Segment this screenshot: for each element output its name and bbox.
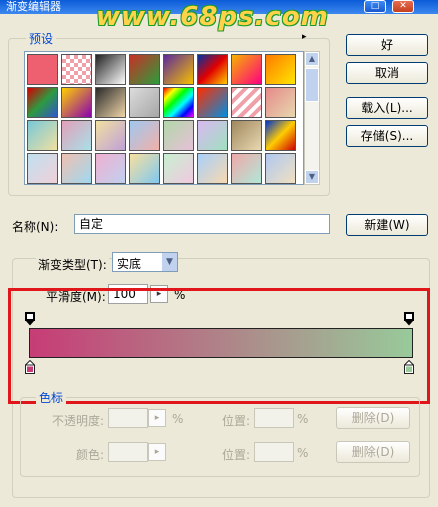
color-menu-icon[interactable]: ▸ — [148, 443, 166, 461]
preset-swatch[interactable] — [231, 54, 262, 85]
preset-swatch[interactable] — [129, 54, 160, 85]
maximize-button[interactable]: □ — [364, 0, 386, 13]
location-label-1: 位置: — [222, 414, 251, 428]
gradient-type-value: 实底 — [117, 257, 142, 271]
color-swatch-box[interactable] — [108, 442, 148, 462]
name-label: 名称(N): — [12, 220, 59, 234]
preset-swatch[interactable] — [27, 120, 58, 151]
preset-swatch[interactable] — [163, 120, 194, 151]
color-stops-legend: 色标 — [36, 389, 67, 406]
preset-swatch-grid — [24, 51, 304, 185]
color-label: 颜色: — [76, 448, 105, 462]
location-unit-1: % — [297, 412, 309, 426]
preset-swatch[interactable] — [61, 87, 92, 118]
preset-swatch[interactable] — [265, 120, 296, 151]
save-button[interactable]: 存储(S)... — [346, 125, 428, 147]
preset-swatch[interactable] — [129, 87, 160, 118]
preset-swatch[interactable] — [129, 153, 160, 184]
name-input[interactable]: 自定 — [74, 214, 330, 234]
preset-swatch[interactable] — [61, 54, 92, 85]
window-title: 渐变编辑器 — [6, 0, 61, 13]
opacity-input[interactable] — [108, 408, 148, 428]
load-button[interactable]: 载入(L)... — [346, 97, 428, 119]
preset-swatch[interactable] — [231, 87, 262, 118]
cancel-button[interactable]: 取消 — [346, 62, 428, 84]
preset-swatch[interactable] — [231, 153, 262, 184]
new-button[interactable]: 新建(W) — [346, 214, 428, 236]
preset-swatch[interactable] — [27, 87, 58, 118]
preset-swatch[interactable] — [27, 54, 58, 85]
preset-swatch[interactable] — [197, 54, 228, 85]
preset-swatch[interactable] — [61, 120, 92, 151]
preset-swatch[interactable] — [231, 120, 262, 151]
chevron-down-icon[interactable]: ▼ — [161, 253, 177, 271]
preset-swatch[interactable] — [265, 54, 296, 85]
preset-swatch[interactable] — [129, 120, 160, 151]
delete-button-2[interactable]: 删除(D) — [336, 441, 410, 463]
gradient-type-label: 渐变类型(T): — [36, 256, 109, 273]
opacity-label: 不透明度: — [52, 414, 105, 428]
highlight-annotation — [8, 288, 430, 404]
scroll-down-icon[interactable]: ▼ — [305, 170, 319, 184]
preset-scrollbar[interactable]: ▲ ▼ — [304, 51, 320, 185]
preset-swatch[interactable] — [61, 153, 92, 184]
opacity-spin-icon[interactable]: ▸ — [148, 409, 166, 427]
location-unit-2: % — [297, 446, 309, 460]
preset-swatch[interactable] — [95, 54, 126, 85]
preset-swatch[interactable] — [163, 54, 194, 85]
preset-swatch[interactable] — [197, 120, 228, 151]
opacity-unit: % — [172, 412, 184, 426]
presets-legend: 预设 — [26, 30, 57, 47]
preset-swatch[interactable] — [95, 153, 126, 184]
preset-swatch[interactable] — [197, 87, 228, 118]
preset-swatch[interactable] — [197, 153, 228, 184]
preset-swatch[interactable] — [265, 87, 296, 118]
presets-menu-arrow-icon[interactable]: ▸ — [302, 32, 307, 42]
preset-swatch[interactable] — [163, 153, 194, 184]
preset-swatch[interactable] — [163, 87, 194, 118]
ok-button[interactable]: 好 — [346, 34, 428, 56]
delete-button-1[interactable]: 删除(D) — [336, 407, 410, 429]
preset-swatch[interactable] — [27, 153, 58, 184]
preset-swatch[interactable] — [95, 120, 126, 151]
preset-swatch[interactable] — [95, 87, 126, 118]
gradient-type-select[interactable]: 实底 ▼ — [112, 252, 178, 272]
location-input-1[interactable] — [254, 408, 294, 428]
close-button[interactable]: ✕ — [392, 0, 414, 13]
location-input-2[interactable] — [254, 442, 294, 462]
scroll-thumb[interactable] — [305, 68, 319, 102]
preset-swatch[interactable] — [265, 153, 296, 184]
location-label-2: 位置: — [222, 448, 251, 462]
watermark-logo: www.68ps.com — [96, 2, 329, 32]
scroll-up-icon[interactable]: ▲ — [305, 52, 319, 66]
